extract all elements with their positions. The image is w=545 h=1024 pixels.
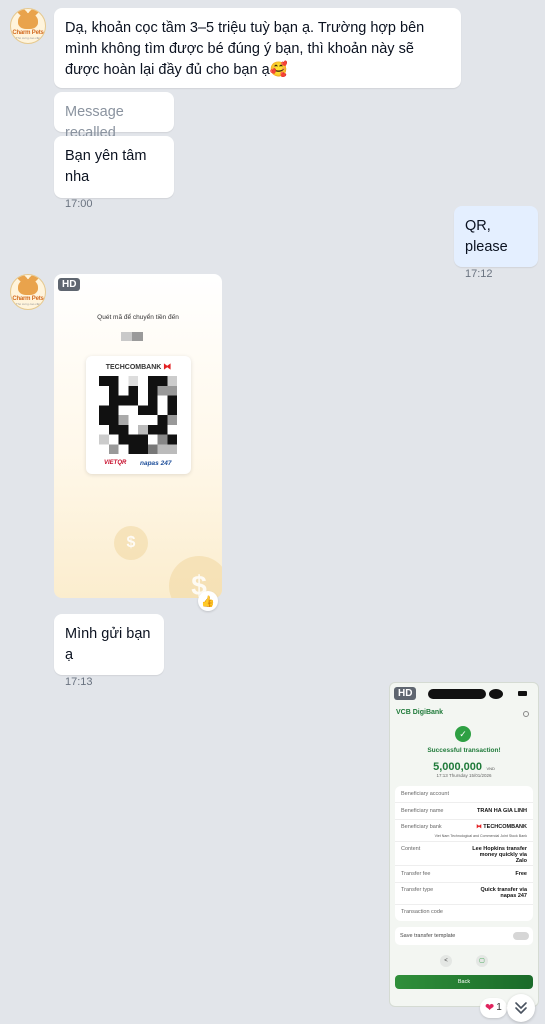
heart-reaction[interactable]: ❤ 1	[480, 998, 507, 1018]
qr-code-icon	[99, 376, 177, 454]
message-bubble[interactable]: Mình gửi bạn ạ 17:13	[54, 614, 164, 688]
save-template-toggle[interactable]	[513, 932, 529, 940]
success-check-icon: ✓	[455, 726, 471, 742]
receipt-row: Beneficiary bank ⧓ TECHCOMBANK Viet Nam Te…	[395, 820, 533, 842]
napas-logo: napas 247	[140, 460, 172, 467]
amount: 5,000,000	[433, 761, 483, 773]
home-icon[interactable]	[523, 711, 529, 717]
coin-decoration: $	[114, 526, 148, 560]
transaction-datetime: 17:13 Thursday 15/01/2026	[436, 773, 492, 778]
message-time: 17:12	[465, 268, 493, 280]
reaction-button[interactable]: 👍	[198, 591, 218, 611]
share-icon[interactable]: <	[440, 955, 452, 967]
message-text: QR, please	[465, 218, 508, 255]
techcombank-logo: TECHCOMBANK ⧓	[105, 362, 172, 371]
hd-badge: HD	[58, 278, 81, 291]
cat-logo-icon	[18, 278, 38, 295]
recalled-message-bubble[interactable]: Message recalled	[54, 92, 174, 141]
cat-logo-icon	[18, 12, 38, 29]
receipt-row: Transfer fee Free	[395, 866, 533, 883]
back-button[interactable]: Back	[395, 975, 533, 989]
save-image-icon[interactable]: ▢	[476, 955, 488, 967]
thumbs-up-icon: 👍	[201, 595, 215, 608]
coin-decoration: $	[169, 556, 222, 598]
camera-dot	[489, 689, 503, 699]
techcombank-icon: ⧓	[163, 362, 172, 371]
qr-image-message[interactable]: HD Quét mã để chuyển tiền đến TECHCOMBAN…	[54, 274, 222, 598]
double-chevron-down-icon	[515, 1002, 527, 1014]
vietqr-logo: VIETQR	[104, 460, 127, 466]
message-text: Bạn yên tâm nha	[65, 148, 147, 185]
contact-avatar[interactable]: Charm Pets Thú cưng cao cấp	[10, 274, 46, 310]
contact-avatar[interactable]: Charm Pets Thú cưng cao cấp	[10, 8, 46, 44]
phone-status-bar	[428, 689, 486, 699]
message-bubble[interactable]: Dạ, khoản cọc tầm 3–5 triệu tuỳ bạn ạ. T…	[54, 8, 461, 88]
receipt-image-message[interactable]: HD VCB DigiBank ✓ Successful transaction…	[389, 682, 539, 1007]
reaction-count: 1	[496, 1002, 502, 1013]
save-template-row: Save transfer template	[395, 927, 533, 945]
message-time: 17:13	[65, 676, 93, 688]
receipt-details: Beneficiary account Beneficiary name TRAN…	[395, 786, 533, 921]
receipt-row: Transaction code	[401, 909, 443, 915]
qr-caption: Quét mã để chuyển tiền đến	[97, 314, 179, 321]
receipt-row: Beneficiary account	[395, 786, 533, 803]
my-message-bubble[interactable]: QR, please 17:12	[454, 206, 538, 280]
message-bubble[interactable]: Bạn yên tâm nha 17:00	[54, 136, 174, 210]
scroll-to-bottom-button[interactable]	[507, 994, 535, 1022]
save-template-label: Save transfer template	[400, 933, 456, 939]
techcombank-icon: ⧓	[476, 824, 482, 830]
receipt-row: Beneficiary name TRAN HA GIA LINH	[395, 803, 533, 820]
masked-name	[121, 332, 143, 341]
message-text: Dạ, khoản cọc tầm 3–5 triệu tuỳ bạn ạ. T…	[65, 20, 425, 78]
message-text: Mình gửi bạn ạ	[65, 626, 151, 663]
heart-icon: ❤	[485, 1002, 495, 1014]
receipt-row: Content Lee Hopkins transfer money quickl…	[395, 842, 533, 866]
vcb-logo: VCB DigiBank	[396, 709, 444, 716]
status-title: Successful transaction!	[427, 747, 501, 754]
currency: VND	[486, 766, 495, 771]
receipt-row: Transfer type Quick transfer via napas 24…	[395, 883, 533, 905]
hd-badge: HD	[394, 687, 417, 700]
qr-code-card: TECHCOMBANK ⧓ VIETQR napas 247	[86, 356, 191, 474]
battery-icon	[518, 691, 527, 696]
message-time: 17:00	[65, 198, 93, 210]
